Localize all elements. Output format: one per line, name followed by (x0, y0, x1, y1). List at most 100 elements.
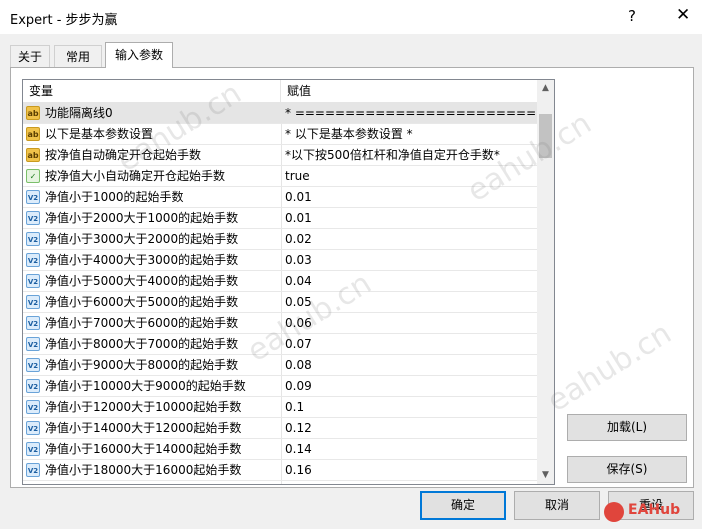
expert-properties-dialog: Expert - 步步为赢 ? ✕ 关于 常用 输入参数 变量 赋值 ab 功能隔… (0, 0, 702, 529)
parameter-value[interactable]: 0.16 (285, 460, 535, 480)
load-button[interactable]: 加载(L) (567, 414, 687, 441)
parameter-name: 净值小于7000大于6000的起始手数 (45, 316, 239, 330)
table-row[interactable]: V2 净值小于4000大于3000的起始手数 0.03 (23, 250, 538, 271)
parameter-value[interactable]: 0.02 (285, 229, 535, 249)
table-row[interactable]: V2 净值小于8000大于7000的起始手数 0.07 (23, 334, 538, 355)
column-divider (281, 481, 282, 484)
column-divider (281, 250, 282, 270)
table-row[interactable]: V2 净值小于1000的起始手数 0.01 (23, 187, 538, 208)
parameter-name: 按净值自动确定开仓起始手数 (45, 148, 202, 162)
parameter-value[interactable]: 0.08 (285, 355, 535, 375)
double-type-icon: V2 (26, 274, 40, 288)
parameter-value[interactable]: 0.09 (285, 376, 535, 396)
table-row[interactable]: V2 净值小于18000大于16000起始手数 0.16 (23, 460, 538, 481)
help-button[interactable]: ? (628, 7, 636, 25)
double-type-icon: V2 (26, 211, 40, 225)
double-type-icon: V2 (26, 316, 40, 330)
table-row[interactable]: V2 净值小于12000大于10000起始手数 0.1 (23, 397, 538, 418)
vertical-scrollbar[interactable]: ▲ ▼ (537, 80, 554, 484)
column-divider (281, 334, 282, 354)
parameter-value[interactable]: 0.01 (285, 208, 535, 228)
table-row[interactable]: V2 净值小于7000大于6000的起始手数 0.06 (23, 313, 538, 334)
parameter-name: 按净值大小自动确定开仓起始手数 (45, 169, 226, 183)
double-type-icon: V2 (26, 232, 40, 246)
table-row[interactable]: V2 净值小于6000大于5000的起始手数 0.05 (23, 292, 538, 313)
column-divider (281, 355, 282, 375)
parameter-value[interactable]: 0.05 (285, 292, 535, 312)
table-row[interactable]: V2 净值小于14000大于12000起始手数 0.12 (23, 418, 538, 439)
scroll-up-icon[interactable]: ▲ (537, 80, 554, 97)
logo-mark-icon (604, 502, 624, 522)
column-divider (281, 313, 282, 333)
parameter-value[interactable]: 0.07 (285, 334, 535, 354)
string-type-icon: ab (26, 148, 40, 162)
parameter-value[interactable]: true (285, 166, 535, 186)
grid-rows: ab功能隔离线0* ==========================...a… (23, 103, 538, 485)
double-type-icon: V2 (26, 379, 40, 393)
parameter-value[interactable]: 0.06 (285, 313, 535, 333)
column-divider (281, 397, 282, 417)
ok-button[interactable]: 确定 (420, 491, 506, 520)
table-row[interactable]: V2 (23, 481, 538, 485)
parameter-name: 净值小于18000大于16000起始手数 (45, 463, 242, 477)
column-divider (281, 145, 282, 165)
table-row[interactable]: ab 以下是基本参数设置 * 以下是基本参数设置 * (23, 124, 538, 145)
close-icon[interactable]: ✕ (676, 5, 690, 25)
inputs-grid: 变量 赋值 ab 功能隔离线0 * ========================… (22, 79, 555, 485)
save-button[interactable]: 保存(S) (567, 456, 687, 483)
bool-type-icon: ✓ (26, 169, 40, 183)
double-type-icon: V2 (26, 421, 40, 435)
parameter-value[interactable]: *以下按500倍杠杆和净值自定开仓手数* (285, 145, 535, 165)
parameter-name: 净值小于14000大于12000起始手数 (45, 421, 242, 435)
column-header-variable[interactable]: 变量 (23, 80, 281, 102)
column-divider (281, 187, 282, 207)
parameter-name: 净值小于2000大于1000的起始手数 (45, 211, 239, 225)
table-row[interactable]: V2 净值小于2000大于1000的起始手数 0.01 (23, 208, 538, 229)
table-row[interactable]: V2 净值小于16000大于14000起始手数 0.14 (23, 439, 538, 460)
table-row[interactable]: ab 按净值自动确定开仓起始手数 *以下按500倍杠杆和净值自定开仓手数* (23, 145, 538, 166)
parameter-value[interactable]: 0.01 (285, 187, 535, 207)
eahub-logo: EAHub (604, 500, 698, 524)
window-title: Expert - 步步为赢 (10, 13, 118, 28)
parameter-value[interactable]: * 以下是基本参数设置 * (285, 124, 535, 144)
double-type-icon: V2 (26, 190, 40, 204)
parameter-value[interactable]: 0.03 (285, 250, 535, 270)
double-type-icon: V2 (26, 358, 40, 372)
double-type-icon: V2 (26, 400, 40, 414)
parameter-value[interactable]: 0.12 (285, 418, 535, 438)
table-row[interactable]: ✓ 按净值大小自动确定开仓起始手数 true (23, 166, 538, 187)
table-row[interactable]: V2 净值小于10000大于9000的起始手数 0.09 (23, 376, 538, 397)
column-header-value[interactable]: 赋值 (281, 80, 538, 102)
column-divider (281, 229, 282, 249)
tab-about[interactable]: 关于 (10, 45, 50, 68)
column-divider (281, 124, 282, 144)
parameter-value[interactable]: * ==========================... (285, 103, 535, 123)
parameter-name: 净值小于12000大于10000起始手数 (45, 400, 242, 414)
column-divider (281, 208, 282, 228)
scroll-down-icon[interactable]: ▼ (537, 467, 554, 484)
parameter-name: 净值小于16000大于14000起始手数 (45, 442, 242, 456)
column-divider (281, 460, 282, 480)
title-bar: Expert - 步步为赢 ? ✕ (0, 0, 702, 34)
parameter-value[interactable]: 0.1 (285, 397, 535, 417)
column-divider (281, 166, 282, 186)
table-row[interactable]: V2 净值小于9000大于8000的起始手数 0.08 (23, 355, 538, 376)
cancel-button[interactable]: 取消 (514, 491, 600, 520)
scrollbar-thumb[interactable] (539, 114, 552, 158)
parameter-value[interactable]: 0.04 (285, 271, 535, 291)
column-divider (281, 418, 282, 438)
logo-text: EAHub (628, 502, 681, 518)
string-type-icon: ab (26, 127, 40, 141)
column-divider (281, 103, 282, 123)
grid-header: 变量 赋值 (23, 80, 538, 103)
double-type-icon: V2 (26, 484, 40, 485)
parameter-name: 净值小于6000大于5000的起始手数 (45, 295, 239, 309)
parameter-name: 净值小于4000大于3000的起始手数 (45, 253, 239, 267)
table-row[interactable]: V2 净值小于3000大于2000的起始手数 0.02 (23, 229, 538, 250)
table-row[interactable]: V2 净值小于5000大于4000的起始手数 0.04 (23, 271, 538, 292)
parameter-value[interactable]: 0.14 (285, 439, 535, 459)
tab-common[interactable]: 常用 (54, 45, 102, 68)
table-row[interactable]: ab 功能隔离线0 * ==========================... (23, 103, 538, 124)
tab-inputs[interactable]: 输入参数 (105, 42, 173, 68)
parameter-name: 净值小于9000大于8000的起始手数 (45, 358, 239, 372)
